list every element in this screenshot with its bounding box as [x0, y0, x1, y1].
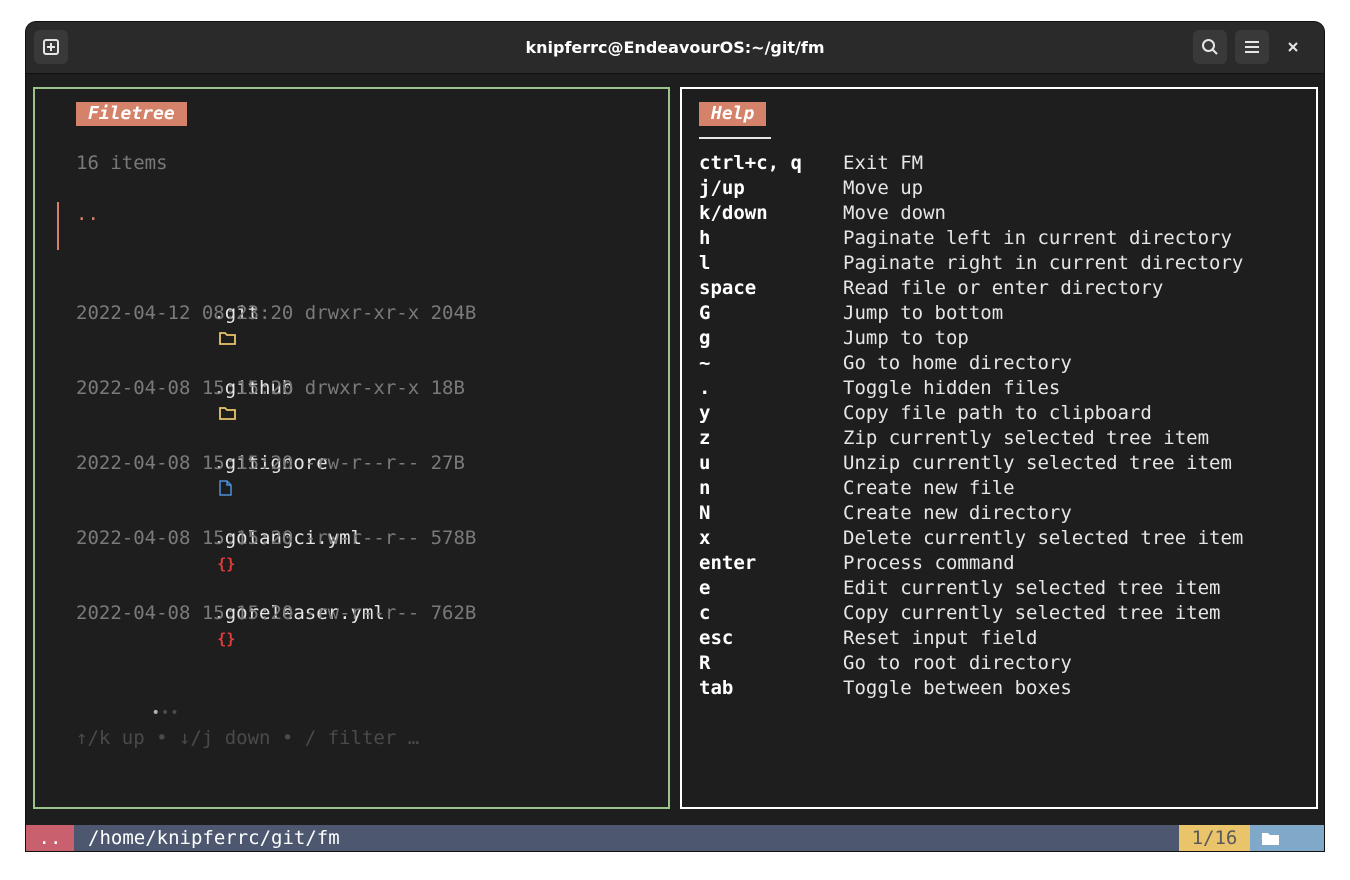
filetree-title: Filetree — [76, 102, 187, 126]
help-key: e — [699, 577, 711, 599]
help-key: u — [699, 452, 711, 474]
terminal-content[interactable]: Filetree 16 items .. .git 2022-04-12 08:… — [26, 74, 1324, 851]
help-desc: Read file or enter directory — [843, 277, 1164, 299]
help-desc: Toggle between boxes — [843, 677, 1072, 699]
help-desc: Copy currently selected tree item — [843, 602, 1221, 624]
help-key: R — [699, 652, 711, 674]
pagination-dots: ••• — [151, 705, 180, 721]
help-title-underline — [699, 137, 771, 139]
help-desc: Jump to top — [843, 327, 969, 349]
help-desc: Unzip currently selected tree item — [843, 452, 1232, 474]
help-desc: Paginate right in current directory — [843, 252, 1244, 274]
parent-dir-item[interactable]: .. — [76, 202, 99, 227]
help-key: . — [699, 377, 711, 399]
status-path: /home/knipferrc/git/fm — [88, 827, 340, 849]
file-meta: 2022-04-12 08:23:20 drwxr-xr-x 204B — [76, 302, 477, 324]
help-desc: Copy file path to clipboard — [843, 402, 1152, 424]
folder-icon — [219, 407, 237, 420]
folder-icon — [219, 332, 237, 345]
help-key: G — [699, 302, 711, 324]
help-desc: Move up — [843, 177, 924, 199]
help-key: x — [699, 527, 711, 549]
help-key: ~ — [699, 352, 711, 374]
status-selected: .. — [26, 825, 74, 851]
item-count: 16 items — [76, 152, 168, 174]
file-meta: 2022-04-08 15:15:20 -rw-r--r-- 27B — [76, 452, 465, 474]
search-button[interactable] — [1193, 30, 1227, 64]
file-meta: 2022-04-08 15:15:20 -rw-r--r-- 762B — [76, 602, 477, 624]
key-hint: ↑/k up • ↓/j down • / filter … — [76, 727, 420, 749]
help-desc: Exit FM — [843, 152, 924, 174]
close-button[interactable] — [1276, 30, 1310, 64]
hamburger-menu-icon — [1245, 41, 1259, 53]
help-desc: Edit currently selected tree item — [843, 577, 1221, 599]
help-key: tab — [699, 677, 734, 699]
help-key: z — [699, 427, 711, 449]
braces-icon: {} — [217, 630, 236, 648]
help-key: h — [699, 227, 711, 249]
file-meta: 2022-04-08 15:15:20 -rw-r--r-- 578B — [76, 527, 477, 549]
file-icon — [219, 480, 233, 496]
help-title: Help — [699, 102, 767, 126]
status-bar: .. /home/knipferrc/git/fm 1/16 FM — [26, 825, 1324, 851]
status-app: FM — [1250, 825, 1324, 851]
help-desc: Reset input field — [843, 627, 1038, 649]
help-key: esc — [699, 627, 734, 649]
folder-icon — [1262, 833, 1279, 845]
help-key: enter — [699, 552, 757, 574]
braces-icon: {} — [217, 555, 236, 573]
help-pane[interactable]: Help ctrl+c, q Exit FM j/up Move up k/down Mo… — [680, 87, 1318, 809]
help-desc: Toggle hidden files — [843, 377, 1061, 399]
help-desc: Go to root directory — [843, 652, 1072, 674]
menu-button[interactable] — [1235, 30, 1269, 64]
selection-indicator — [57, 202, 59, 250]
file-meta: 2022-04-08 15:15:20 drwxr-xr-x 18B — [76, 377, 465, 399]
help-desc: Process command — [843, 552, 1015, 574]
terminal-window: knipferrc@EndeavourOS:~/git/fm Filetree — [26, 22, 1324, 851]
help-desc: Zip currently selected tree item — [843, 427, 1210, 449]
help-desc: Paginate left in current directory — [843, 227, 1232, 249]
search-icon — [1202, 39, 1218, 55]
close-icon — [1288, 42, 1298, 52]
help-desc: Move down — [843, 202, 946, 224]
window-title: knipferrc@EndeavourOS:~/git/fm — [525, 38, 825, 57]
help-key: N — [699, 502, 711, 524]
help-key: j/up — [699, 177, 745, 199]
help-key: y — [699, 402, 711, 424]
help-key: g — [699, 327, 711, 349]
help-key: n — [699, 477, 711, 499]
help-desc: Delete currently selected tree item — [843, 527, 1244, 549]
help-desc: Create new file — [843, 477, 1015, 499]
help-key: k/down — [699, 202, 768, 224]
help-key: space — [699, 277, 757, 299]
help-key: l — [699, 252, 711, 274]
help-key: ctrl+c, q — [699, 152, 802, 174]
help-key: c — [699, 602, 711, 624]
status-position: 1/16 — [1179, 825, 1250, 851]
filetree-pane[interactable]: Filetree 16 items .. .git 2022-04-12 08:… — [33, 87, 670, 809]
help-desc: Create new directory — [843, 502, 1072, 524]
help-desc: Jump to bottom — [843, 302, 1004, 324]
help-desc: Go to home directory — [843, 352, 1072, 374]
title-bar: knipferrc@EndeavourOS:~/git/fm — [26, 22, 1324, 74]
